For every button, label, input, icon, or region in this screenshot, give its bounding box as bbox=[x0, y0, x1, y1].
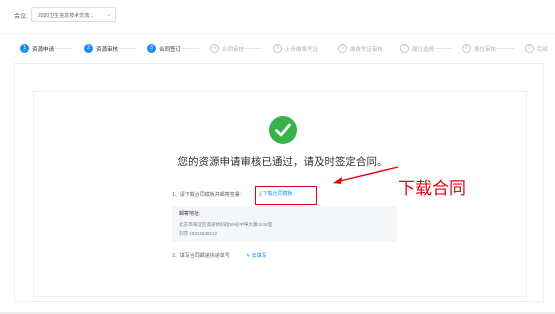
step-label: 资源申请 bbox=[32, 47, 55, 53]
step-number: 3 bbox=[147, 44, 156, 53]
step-connector bbox=[181, 48, 199, 49]
progress-steps: 1 资源申请 2 资源审核 3 合同签订 4 合同审核 5 上传缴费凭证 6 缴… bbox=[0, 40, 555, 58]
fill-link-label: 去填写 bbox=[251, 253, 267, 259]
step-number: 7 bbox=[400, 44, 409, 53]
annotation-label: 下载合同 bbox=[398, 179, 466, 198]
step-label: 展位选择 bbox=[412, 47, 435, 53]
step-label: 资源审核 bbox=[96, 47, 119, 53]
step-number: 5 bbox=[273, 44, 282, 53]
step-label: 缴费凭证审核 bbox=[350, 47, 384, 53]
annotation-arrow-icon bbox=[333, 166, 399, 184]
instruction-step-2: 2、填写合同邮递快递单号 bbox=[172, 253, 230, 259]
chevron-down-icon: ⌄ bbox=[105, 12, 111, 18]
mailing-address-box: 邮寄地址: 北京市海淀区高梁桥斜街59号中坤大厦1518室 刘莎 1501154… bbox=[172, 206, 397, 242]
address-title: 邮寄地址: bbox=[179, 211, 201, 217]
meeting-select-value: 2020卫生信息技术交流... bbox=[38, 13, 94, 19]
step-connector bbox=[244, 48, 262, 49]
fill-tracking-link[interactable]: ✎ 去填写 bbox=[246, 252, 267, 259]
step-number: 2 bbox=[84, 44, 93, 53]
step-number: 8 bbox=[462, 44, 471, 53]
edit-icon: ✎ bbox=[246, 253, 251, 259]
step-label: 合同签订 bbox=[159, 47, 182, 53]
top-bar: 会议: 2020卫生信息技术交流... ⌄ bbox=[0, 0, 555, 30]
step-number: 1 bbox=[20, 44, 29, 53]
step-label: 上传缴费凭证 bbox=[285, 47, 319, 53]
annotation-highlight-box bbox=[255, 186, 317, 205]
step-number: 4 bbox=[210, 44, 219, 53]
step-label: 展位审核 bbox=[474, 47, 497, 53]
step-label: 完成 bbox=[537, 47, 549, 53]
address-contact: 刘莎 15011546112 bbox=[179, 231, 217, 236]
step-label: 合同审核 bbox=[222, 47, 245, 53]
instruction-step-1: 1、请下载合同模板并邮寄签署: bbox=[172, 192, 242, 198]
address-line: 北京市海淀区高梁桥斜街59号中坤大厦1518室 bbox=[179, 222, 273, 227]
divider bbox=[0, 33, 555, 34]
success-check-icon bbox=[269, 116, 297, 144]
step-connector bbox=[54, 48, 72, 49]
step-connector bbox=[496, 48, 514, 49]
step-number: 9 bbox=[525, 44, 534, 53]
meeting-select[interactable]: 2020卫生信息技术交流... ⌄ bbox=[31, 7, 116, 22]
step-number: 6 bbox=[338, 44, 347, 53]
meeting-label: 会议: bbox=[14, 14, 28, 20]
step-connector bbox=[434, 48, 452, 49]
step-connector bbox=[118, 48, 136, 49]
